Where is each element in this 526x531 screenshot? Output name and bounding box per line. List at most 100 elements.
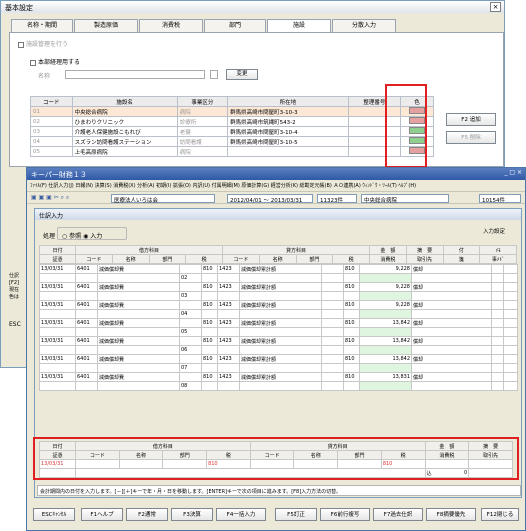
cell-tax: 810 bbox=[201, 300, 218, 310]
cell-memo: 償却 bbox=[411, 282, 492, 292]
table-row[interactable]: 03 介護老人保健施設こもれび 老健 群馬県高崎市問屋町3-10-4 bbox=[30, 126, 434, 137]
cell-code: 01 bbox=[30, 106, 73, 117]
delete-button[interactable]: F5 削除 bbox=[446, 131, 496, 144]
cell-address: 群馬県高崎市筑縄町543-2 bbox=[227, 116, 349, 127]
head-tax: 消費税 bbox=[369, 254, 407, 264]
in-head-debit-tax: 税 bbox=[206, 450, 251, 460]
cell-blank bbox=[491, 282, 504, 292]
input-memo[interactable] bbox=[468, 468, 513, 478]
input-debit-tax[interactable]: 810 bbox=[206, 459, 251, 469]
table-row-sub[interactable]: 06 bbox=[39, 345, 518, 355]
cell-ccode: 1423 bbox=[217, 354, 240, 364]
cell-sub bbox=[75, 273, 98, 283]
cell-dept bbox=[179, 264, 202, 274]
cell-sub bbox=[97, 345, 180, 355]
input-date-field[interactable]: 13/03/31 bbox=[39, 459, 76, 469]
add-button[interactable]: F2 追加 bbox=[446, 113, 496, 126]
table-row-sub[interactable]: 05 bbox=[39, 327, 518, 337]
table-row[interactable]: 13/03/31 6401 減価償却費 810 1423 減価償却累計額 810 13,831… bbox=[39, 372, 518, 382]
cell-sub bbox=[503, 363, 518, 373]
corporation-select[interactable]: 医療法人いろは会 bbox=[111, 194, 215, 204]
headoffice-option[interactable]: 本部経理用する bbox=[30, 57, 80, 66]
table-row-sub[interactable]: 02 bbox=[39, 273, 518, 283]
mode-ref-radio[interactable]: ○ 参照 bbox=[62, 233, 81, 240]
table-row[interactable]: 13/03/31 6401 減価償却費 810 1423 減価償却累計額 810 13,842… bbox=[39, 336, 518, 346]
table-row-sub[interactable]: 07 bbox=[39, 363, 518, 373]
input-credit-dept[interactable] bbox=[337, 459, 382, 469]
tab-consumption-tax[interactable]: 消費税 bbox=[139, 19, 203, 32]
input-partner[interactable] bbox=[468, 459, 513, 469]
input-debit-code[interactable] bbox=[75, 459, 120, 469]
f5-correct-button[interactable]: F5訂正 bbox=[275, 508, 317, 521]
cell-sub bbox=[491, 363, 504, 373]
input-amount[interactable] bbox=[424, 459, 470, 469]
table-row[interactable]: 13/03/31 6401 減価償却費 810 1423 減価償却累計額 810 13,842… bbox=[39, 354, 518, 364]
cell-name: 減価償却費 bbox=[97, 372, 180, 382]
head-note: ﾒﾓ bbox=[479, 245, 517, 255]
f6-copy-prev-button[interactable]: F6前行複写 bbox=[320, 508, 370, 521]
table-row-sub[interactable]: 04 bbox=[39, 309, 518, 319]
table-row[interactable]: 01 中央総合病院 病院 群馬県高崎市問屋町3-10-3 bbox=[30, 106, 434, 117]
input-debit-dept[interactable] bbox=[162, 459, 208, 469]
esc-label[interactable]: ESC bbox=[9, 321, 21, 328]
cell-date: 13/03/31 bbox=[39, 372, 76, 382]
cell-sub bbox=[411, 381, 492, 391]
close-button[interactable]: × bbox=[490, 2, 501, 12]
table-row[interactable]: 02 ひまわりクリニック 診療所 群馬県高崎市筑縄町543-2 bbox=[30, 116, 434, 127]
f12-close-button[interactable]: F12閉じる bbox=[481, 508, 519, 521]
table-row[interactable]: 04 スズラン訪問看護ステーション 訪問看護 群馬県高崎市問屋町3-10-5 bbox=[30, 136, 434, 147]
entries-table: 13/03/31 6401 減価償却費 810 1423 減価償却累計額 810 9,228 償… bbox=[39, 264, 518, 391]
facility-table: コード 施設名 事業区分 所在地 整理番号 色 01 中央総合病院 病院 群馬県… bbox=[30, 96, 434, 157]
f1-help-button[interactable]: F1ヘルプ bbox=[81, 508, 123, 521]
cell-sub bbox=[201, 291, 218, 301]
in-head-debit: 借方科目 bbox=[75, 441, 251, 451]
table-row[interactable]: 13/03/31 6401 減価償却費 810 1423 減価償却累計額 810 9,228 償… bbox=[39, 264, 518, 274]
f4-bulk-input-button[interactable]: F4一括入力 bbox=[216, 508, 266, 521]
mode-input-radio[interactable]: ◉ 入力 bbox=[83, 233, 102, 240]
input-tax-cell[interactable]: 込0 bbox=[424, 468, 470, 478]
in-head-credit-tax: 税 bbox=[380, 450, 426, 460]
cell-sub bbox=[75, 291, 98, 301]
esc-cancel-button[interactable]: ESCｷｬﾝｾﾙ bbox=[33, 508, 75, 521]
tab-manufacturing-cost[interactable]: 製造原価 bbox=[74, 19, 138, 32]
tab-distributed-input[interactable]: 分散入力 bbox=[332, 19, 396, 32]
table-row[interactable]: 05 上毛高原病院 病院 bbox=[30, 146, 434, 157]
window-controls[interactable]: _ □ × bbox=[492, 169, 522, 179]
facility-select[interactable]: 中央総合病院 bbox=[361, 194, 449, 204]
tab-name-period[interactable]: 名称・期間 bbox=[11, 19, 73, 32]
cell-sub bbox=[217, 309, 240, 319]
cell-ctax: 810 bbox=[343, 318, 360, 328]
f7-past-entry-button[interactable]: F7過去仕訳 bbox=[373, 508, 423, 521]
table-row[interactable]: 13/03/31 6401 減価償却費 810 1423 減価償却累計額 810 9,228 償… bbox=[39, 300, 518, 310]
cell-sub bbox=[97, 381, 180, 391]
input-credit-tax[interactable]: 810 bbox=[380, 459, 426, 469]
f3-closing-button[interactable]: F3決算 bbox=[171, 508, 213, 521]
f8-memo-priority-button[interactable]: F8摘要優先 bbox=[426, 508, 476, 521]
table-row-sub[interactable]: 08 bbox=[39, 381, 518, 391]
table-row-sub[interactable]: 03 bbox=[39, 291, 518, 301]
input-debit-name[interactable] bbox=[118, 459, 164, 469]
name-label: 名称 bbox=[38, 73, 51, 80]
cell-name: 上毛高原病院 bbox=[71, 146, 178, 157]
journal-entry-window: 仕訳入力 処理 ○ 参照 ◉ 入力 入力設定 日付 借方科目 貸方科目 金 額 … bbox=[33, 208, 522, 498]
cell-sub bbox=[503, 291, 518, 301]
input-credit-name[interactable] bbox=[293, 459, 339, 469]
input-row[interactable]: 13/03/31 810 810 bbox=[39, 459, 513, 469]
toolbar-icons[interactable]: ▣ ▣ ▣ ✂ ⌕ ⌕ bbox=[31, 194, 91, 203]
table-row[interactable]: 13/03/31 6401 減価償却費 810 1423 減価償却累計額 810 13,842… bbox=[39, 318, 518, 328]
table-row[interactable]: 13/03/31 6401 減価償却費 810 1423 減価償却累計額 810 9,228 償… bbox=[39, 282, 518, 292]
head-debit-code: コード bbox=[75, 254, 113, 264]
f2-normal-button[interactable]: F2通常 bbox=[126, 508, 168, 521]
name-check[interactable] bbox=[210, 70, 218, 79]
input-settings-button[interactable]: 入力設定 bbox=[483, 227, 505, 235]
table-header: コード 施設名 事業区分 所在地 整理番号 色 bbox=[30, 96, 434, 107]
input-credit-code[interactable] bbox=[249, 459, 295, 469]
input-voucher[interactable] bbox=[39, 468, 76, 478]
name-input[interactable] bbox=[65, 70, 205, 79]
input-row-2[interactable]: 込0 bbox=[39, 468, 513, 478]
menu-bar[interactable]: ﾌｧｲﾙ(F) 仕訳入力(J) 日報(N) 決算(S) 消費税(X) 分析(A)… bbox=[27, 180, 525, 190]
change-button[interactable]: 変更 bbox=[226, 69, 258, 80]
facility-manage-option[interactable]: 施設管理を行う bbox=[18, 39, 68, 48]
tab-department[interactable]: 部門 bbox=[204, 19, 266, 32]
tab-facility[interactable]: 施設 bbox=[267, 19, 331, 33]
